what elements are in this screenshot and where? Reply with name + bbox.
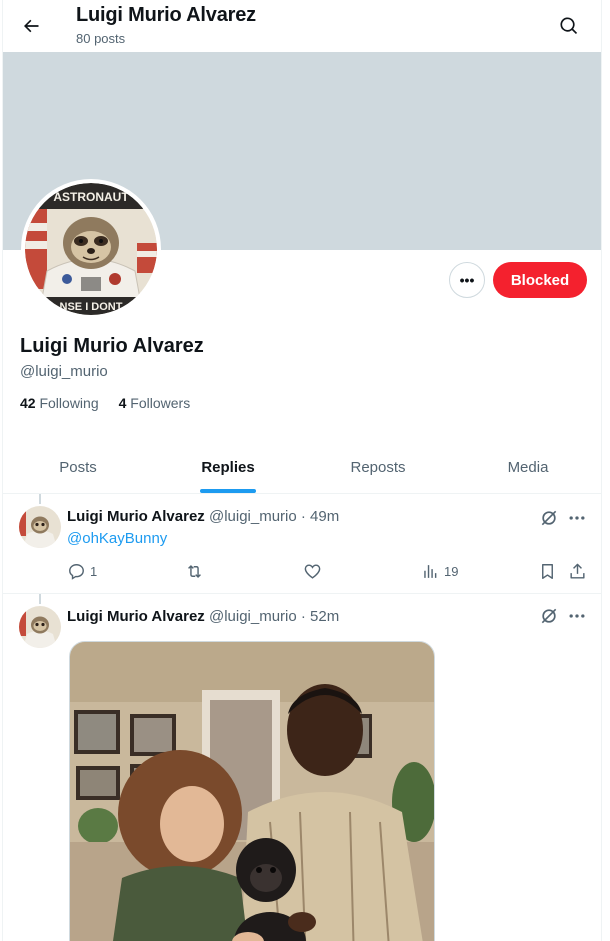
following-count: 42 — [20, 395, 36, 411]
bookmark-icon — [542, 564, 553, 579]
view-count: 19 — [444, 564, 459, 579]
top-bar: Luigi Murio Alvarez 80 posts — [3, 0, 601, 52]
post-meta[interactable]: @luigi_murio · 49m — [209, 508, 339, 525]
family-with-baby-gorilla-photo — [70, 642, 434, 941]
profile-avatar[interactable]: ASTRONAUT NSE I DONT — [21, 179, 161, 319]
avatar-caption-top: ASTRONAUT — [53, 190, 129, 204]
profile-handle: @luigi_murio — [20, 363, 108, 380]
thread-line — [39, 594, 41, 604]
like-button[interactable] — [303, 562, 322, 581]
grok-icon[interactable] — [539, 606, 559, 626]
post-actions: 1 19 — [67, 562, 587, 584]
post-header: Luigi Murio Alvarez @luigi_murio · 49m — [67, 508, 339, 525]
views-button[interactable]: 19 — [421, 562, 458, 581]
tab-media[interactable]: Media — [453, 442, 601, 493]
follow-stats: 42 Following 4 Followers — [20, 395, 190, 411]
heart-icon — [304, 564, 321, 579]
reply-button[interactable]: 1 — [67, 562, 97, 581]
profile-page: Luigi Murio Alvarez 80 posts ASTRONAUT N… — [2, 0, 602, 941]
following-link[interactable]: 42 Following — [20, 395, 99, 411]
thread-line — [39, 494, 41, 504]
search-icon — [560, 17, 578, 35]
grok-icon[interactable] — [539, 508, 559, 528]
followers-label: Followers — [130, 395, 191, 411]
avatar-caption-bottom: NSE I DONT — [60, 301, 123, 313]
arrow-left-icon — [24, 19, 39, 33]
sloth-avatar-image — [19, 606, 61, 648]
reply-count: 1 — [90, 564, 98, 579]
post-item[interactable]: Luigi Murio Alvarez @luigi_murio · 52m — [3, 594, 601, 941]
reply-mention-link[interactable]: @ohKayBunny — [67, 530, 167, 547]
post-author-name[interactable]: Luigi Murio Alvarez — [67, 608, 205, 625]
post-meta[interactable]: @luigi_murio · 52m — [209, 608, 339, 625]
sloth-avatar-image — [19, 506, 61, 548]
repost-button[interactable] — [185, 562, 204, 581]
back-button[interactable] — [15, 10, 47, 42]
share-icon — [570, 563, 585, 579]
post-media-image[interactable] — [69, 641, 435, 941]
sloth-astronaut-avatar-image: ASTRONAUT NSE I DONT — [25, 183, 157, 315]
profile-name: Luigi Murio Alvarez — [20, 335, 204, 357]
post-author-name[interactable]: Luigi Murio Alvarez — [67, 508, 205, 525]
share-button[interactable] — [568, 562, 587, 581]
post-avatar[interactable] — [19, 606, 61, 648]
more-dots-label: ••• — [459, 272, 475, 288]
tab-reposts[interactable]: Reposts — [303, 442, 453, 493]
reply-icon — [69, 564, 84, 580]
repost-icon — [188, 565, 201, 578]
search-button[interactable] — [553, 10, 585, 42]
post-avatar[interactable] — [19, 506, 61, 548]
header-post-count: 80 posts — [76, 31, 126, 46]
tab-posts[interactable]: Posts — [3, 442, 153, 493]
header-title: Luigi Murio Alvarez — [76, 4, 256, 26]
tab-replies[interactable]: Replies — [153, 442, 303, 493]
blocked-button[interactable]: Blocked — [493, 262, 587, 298]
post-item[interactable]: Luigi Murio Alvarez @luigi_murio · 49m @… — [3, 494, 601, 594]
post-header: Luigi Murio Alvarez @luigi_murio · 52m — [67, 608, 339, 625]
more-horizontal-icon[interactable] — [567, 508, 587, 528]
followers-count: 4 — [118, 395, 127, 411]
bookmark-button[interactable] — [538, 562, 557, 581]
more-horizontal-icon[interactable] — [567, 606, 587, 626]
more-options-button[interactable]: ••• — [449, 262, 485, 298]
profile-tabs: Posts Replies Reposts Media — [3, 442, 601, 494]
followers-link[interactable]: 4 Followers — [119, 395, 191, 411]
following-label: Following — [39, 395, 99, 411]
analytics-icon — [424, 565, 437, 578]
